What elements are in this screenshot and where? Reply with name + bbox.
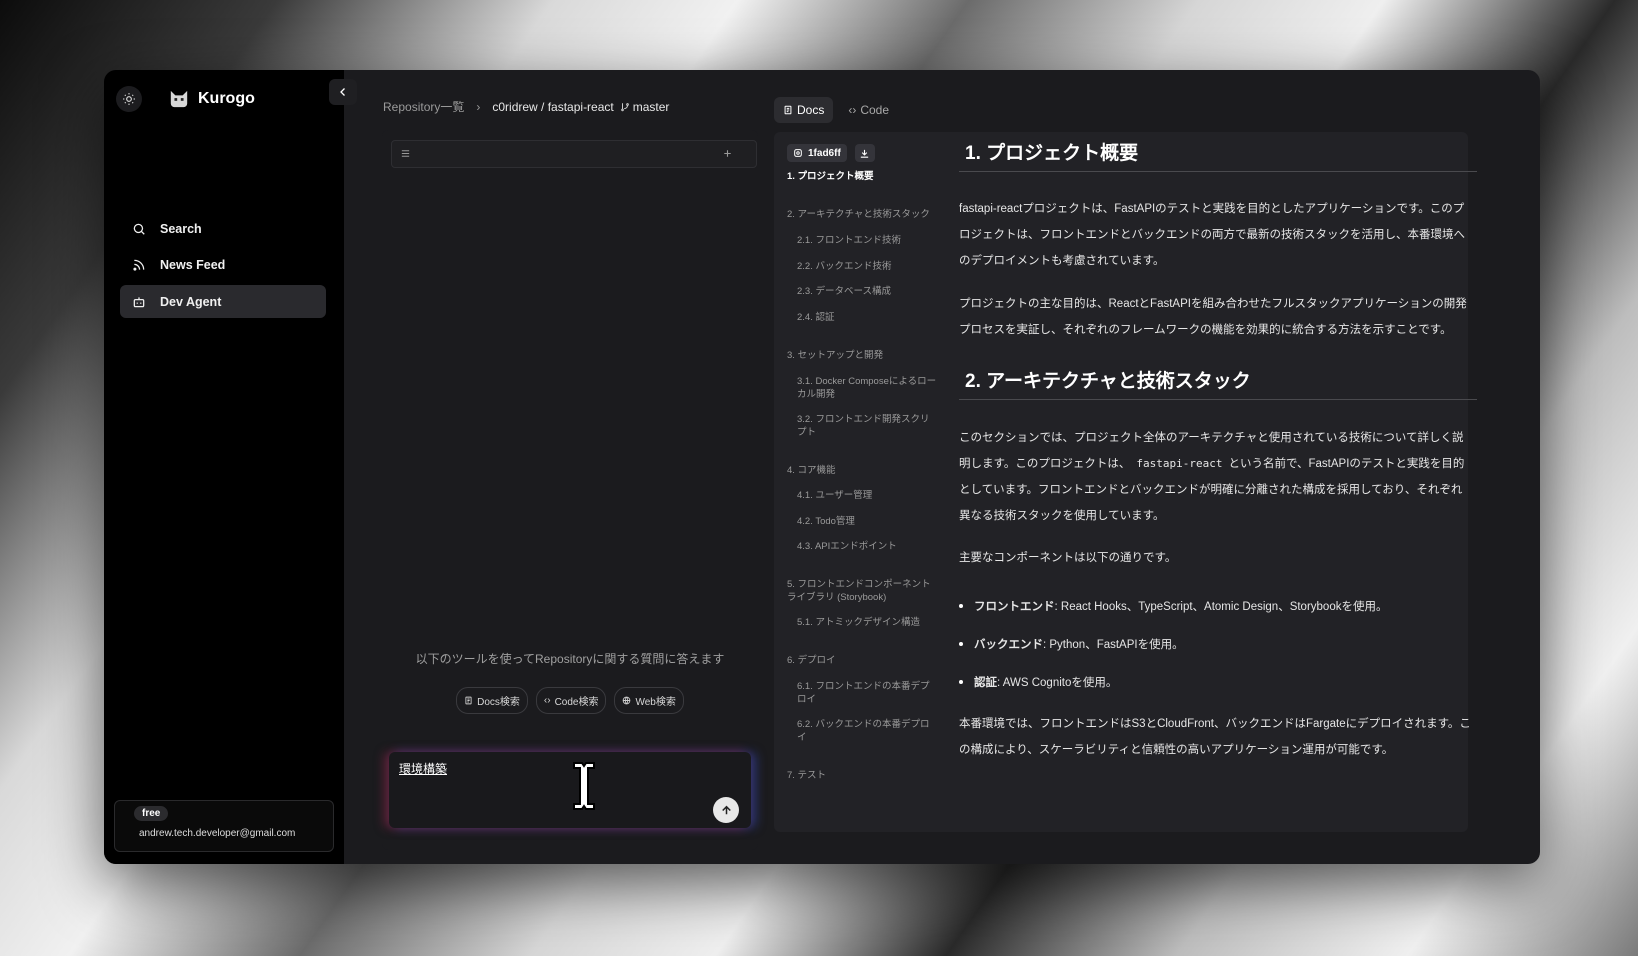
paragraph: fastapi-reactプロジェクトは、FastAPIのテストと実践を目的とし… (959, 203, 1465, 267)
text-cursor-icon (573, 762, 595, 810)
list-item-desc: : React Hooks、TypeScript、Atomic Design、S… (1054, 601, 1388, 613)
tab-label: Code (860, 103, 890, 117)
chevron-left-icon (340, 88, 345, 96)
list-item-term: 認証 (974, 677, 997, 689)
logo-row: Kurogo (116, 86, 255, 112)
bot-icon (133, 296, 145, 307)
toc-item[interactable]: 6.1. フロントエンドの本番デプロイ (787, 680, 937, 706)
commit-hash: 1fad6ff (808, 147, 841, 159)
chat-toolbar (391, 140, 757, 168)
sidebar-item-label: News Feed (160, 258, 226, 272)
send-button[interactable] (713, 797, 739, 823)
tab-label: Docs (797, 103, 825, 117)
toc-item[interactable]: 6.2. バックエンドの本番デプロイ (787, 718, 937, 744)
tool-label: Docs検索 (477, 697, 520, 708)
toc-item[interactable]: 2.4. 認証 (787, 311, 937, 324)
list-item: 認証: AWS Cognitoを使用。 (959, 674, 1117, 690)
sidebar: Kurogo Search News Feed Dev Agent free a… (104, 70, 344, 864)
download-button[interactable] (854, 144, 875, 162)
sidebar-item-label: Search (160, 221, 202, 236)
menu-icon[interactable] (400, 148, 411, 159)
sidebar-item-search[interactable]: Search (120, 212, 326, 245)
breadcrumb: Repository一覧 › c0ridrew / fastapi-react … (383, 98, 669, 115)
git-branch-icon (620, 102, 629, 111)
toc-item[interactable]: 6. デプロイ (787, 654, 937, 667)
list-item: バックエンド: Python、FastAPIを使用。 (959, 636, 1184, 652)
paragraph: プロジェクトの主な目的は、ReactとFastAPIを組み合わせたフルスタックア… (959, 298, 1467, 336)
sun-icon (123, 93, 135, 105)
tool-label: Code検索 (554, 697, 599, 708)
list-item-term: フロントエンド (974, 601, 1055, 613)
arrow-up-icon (721, 805, 731, 814)
breadcrumb-root-link[interactable]: Repository一覧 (383, 98, 464, 115)
docs-search-tool-button[interactable]: Docs検索 (456, 687, 528, 714)
paragraph: このセクションでは、プロジェクト全体のアーキテクチャと使用されている技術について… (959, 425, 1471, 529)
tool-chips: Docs検索 ‹› Code検索 Web検索 (382, 687, 758, 714)
document-icon (465, 696, 472, 705)
bullet-dot (959, 680, 963, 684)
commit-icon (794, 149, 802, 157)
chat-hint: 以下のツールを使ってRepositoryに関する質問に答えます (415, 652, 725, 666)
toc-item[interactable]: 4. コア機能 (787, 464, 937, 477)
branch-name: master (632, 99, 670, 114)
commit-row: 1fad6ff (787, 144, 875, 162)
doc-tabs: Docs ‹› Code (774, 97, 898, 123)
search-icon (133, 223, 145, 235)
chat-panel (382, 130, 758, 850)
section-heading: 2. アーキテクチャと技術スタック (959, 366, 1477, 400)
toc-item[interactable]: 4.2. Todo管理 (787, 515, 937, 528)
bullet-dot (959, 604, 963, 608)
download-icon (861, 149, 869, 158)
user-email: andrew.tech.developer@gmail.com (139, 828, 296, 839)
sidebar-item-news-feed[interactable]: News Feed (120, 249, 326, 282)
plus-icon[interactable] (722, 148, 733, 159)
sidebar-item-label: Dev Agent (160, 294, 222, 309)
list-item: フロントエンド: React Hooks、TypeScript、Atomic D… (959, 598, 1387, 614)
commit-hash-chip[interactable]: 1fad6ff (787, 144, 847, 162)
kurogo-logo-icon (170, 90, 188, 108)
code-icon: ‹› (848, 103, 857, 117)
breadcrumb-repo: c0ridrew / fastapi-react (492, 99, 614, 114)
tab-code[interactable]: ‹› Code (839, 97, 898, 123)
sidebar-item-dev-agent[interactable]: Dev Agent (120, 285, 326, 318)
toc-item[interactable]: 3.2. フロントエンド開発スクリプト (787, 413, 937, 439)
chat-input-value[interactable]: 環境構築 (399, 760, 447, 777)
chevron-right-icon: › (476, 99, 481, 114)
app-window: Kurogo Search News Feed Dev Agent free a… (104, 70, 1540, 864)
plan-badge: free (134, 806, 169, 821)
toc-item[interactable]: 2.1. フロントエンド技術 (787, 234, 937, 247)
toc-item[interactable]: 4.3. APIエンドポイント (787, 540, 937, 553)
rss-icon (133, 259, 145, 271)
toc-item[interactable]: 5. フロントエンドコンポーネントライブラリ (Storybook) (787, 578, 937, 604)
paragraph: 本番環境では、フロントエンドはS3とCloudFront、バックエンドはFarg… (959, 718, 1471, 756)
toc-item[interactable]: 2.2. バックエンド技術 (787, 260, 937, 273)
list-item-term: バックエンド (974, 639, 1043, 651)
sidebar-nav: Search News Feed Dev Agent (120, 212, 326, 322)
toc-item[interactable]: 2.3. データベース構成 (787, 285, 937, 298)
web-search-tool-button[interactable]: Web検索 (614, 687, 684, 714)
tab-docs[interactable]: Docs (774, 97, 834, 123)
toc-item[interactable]: 1. プロジェクト概要 (787, 170, 937, 183)
inline-code: fastapi-react (1136, 457, 1223, 470)
section-heading: 1. プロジェクト概要 (959, 138, 1477, 172)
toc-item[interactable]: 3. セットアップと開発 (787, 349, 937, 362)
document-icon (784, 105, 792, 115)
collapse-sidebar-button[interactable] (329, 79, 357, 105)
branch-label: master (620, 99, 670, 114)
toc-item[interactable]: 3.1. Docker Composeによるローカル開発 (787, 375, 937, 401)
bullet-dot (959, 642, 963, 646)
tool-label: Web検索 (635, 697, 676, 708)
toc-item[interactable]: 2. アーキテクチャと技術スタック (787, 208, 937, 221)
list-item-desc: : Python、FastAPIを使用。 (1043, 639, 1184, 651)
theme-toggle-button[interactable] (116, 86, 142, 112)
toc-item[interactable]: 4.1. ユーザー管理 (787, 489, 937, 502)
list-item-desc: : AWS Cognitoを使用。 (997, 677, 1118, 689)
paragraph: 主要なコンポーネントは以下の通りです。 (959, 552, 1177, 564)
globe-icon (623, 696, 631, 705)
code-icon: ‹› (543, 695, 551, 706)
toc-item[interactable]: 7. テスト (787, 769, 937, 782)
app-name: Kurogo (198, 90, 255, 107)
toc-item[interactable]: 5.1. アトミックデザイン構造 (787, 616, 937, 629)
code-search-tool-button[interactable]: ‹› Code検索 (535, 687, 607, 714)
